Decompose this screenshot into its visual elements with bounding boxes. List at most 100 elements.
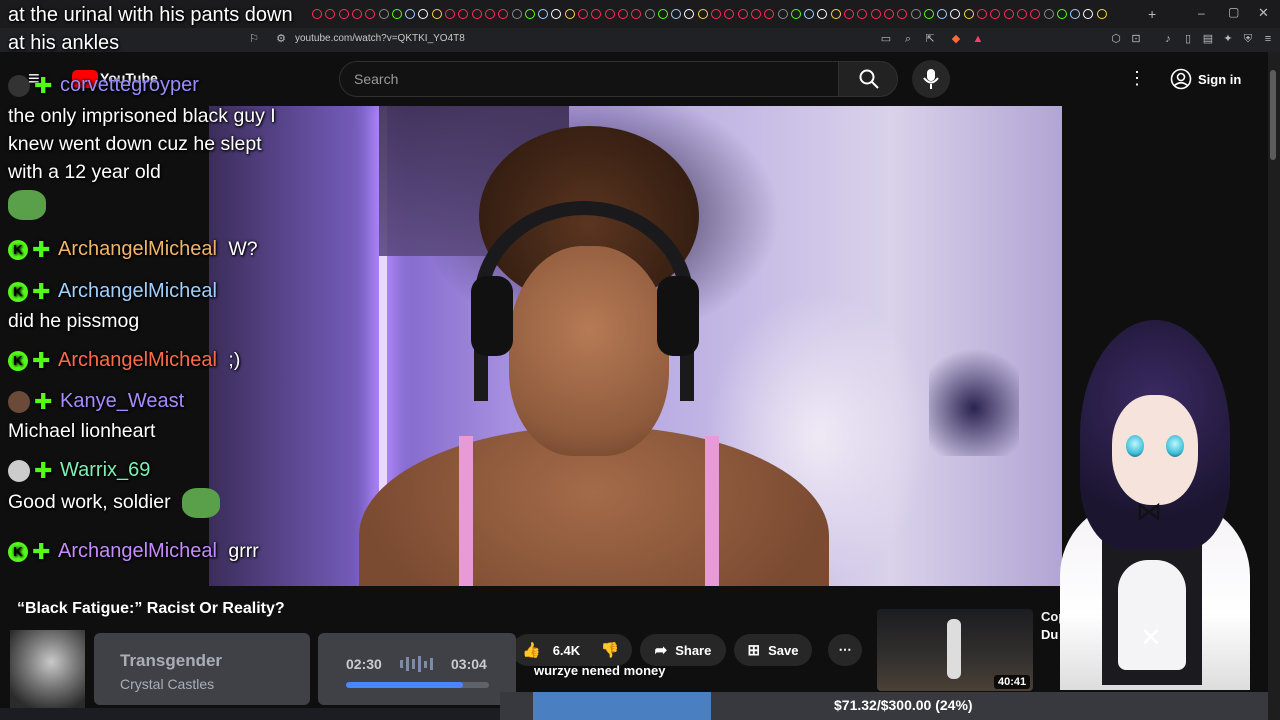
browser-tab-favicon-icon[interactable] bbox=[883, 9, 894, 19]
browser-tab-favicon-icon[interactable] bbox=[684, 9, 695, 19]
browser-tab-favicon-icon[interactable] bbox=[511, 9, 522, 19]
browser-tab-favicon-icon[interactable] bbox=[844, 9, 854, 19]
wallet-icon[interactable]: ▤ bbox=[1202, 33, 1214, 45]
extension-icon[interactable]: ⬡ bbox=[1110, 33, 1122, 45]
vpn-icon[interactable]: ⛨ bbox=[1242, 33, 1254, 45]
scrollbar-thumb[interactable] bbox=[1270, 70, 1276, 160]
search-input[interactable]: Search bbox=[354, 71, 398, 87]
browser-tab-favicon-icon[interactable] bbox=[724, 9, 735, 19]
browser-tab-favicon-icon[interactable] bbox=[790, 9, 801, 19]
browser-tab-favicon-icon[interactable] bbox=[1056, 9, 1067, 19]
browser-tab-favicon-icon[interactable] bbox=[312, 9, 322, 19]
chat-message: Good work, soldier bbox=[8, 488, 220, 518]
minimize-icon[interactable]: – bbox=[1198, 6, 1205, 20]
browser-tab-favicon-icon[interactable] bbox=[1096, 9, 1107, 19]
more-options-icon[interactable]: ⋮ bbox=[1128, 68, 1146, 89]
brave-rewards-icon[interactable]: ▲ bbox=[972, 33, 984, 45]
browser-tab-favicon-icon[interactable] bbox=[1070, 9, 1081, 19]
browser-tab-favicon-icon[interactable] bbox=[524, 9, 535, 19]
browser-tab-favicon-icon[interactable] bbox=[578, 9, 588, 19]
site-info-icon[interactable]: ⚙ bbox=[275, 33, 287, 45]
new-tab-icon[interactable]: + bbox=[1148, 6, 1156, 22]
dislike-button[interactable]: 👎 bbox=[588, 634, 632, 666]
browser-tab-favicon-icon[interactable] bbox=[977, 9, 987, 19]
browser-tab-favicon-icon[interactable] bbox=[897, 9, 908, 19]
browser-tab-favicon-icon[interactable] bbox=[325, 9, 336, 19]
media-icon[interactable]: ♪ bbox=[1162, 33, 1174, 45]
menu-icon[interactable]: ≡ bbox=[1262, 33, 1274, 45]
search-button[interactable] bbox=[838, 61, 898, 97]
browser-tab-favicon-icon[interactable] bbox=[963, 9, 974, 19]
maximize-icon[interactable]: ▢ bbox=[1228, 5, 1239, 19]
donation-message: wurzye nened money bbox=[534, 663, 666, 678]
browser-tab-favicon-icon[interactable] bbox=[498, 9, 509, 19]
browser-tab-favicon-icon[interactable] bbox=[591, 9, 602, 19]
sign-in-button[interactable]: Sign in bbox=[1170, 66, 1241, 92]
browser-tab-favicon-icon[interactable] bbox=[671, 9, 682, 19]
browser-tab-favicon-icon[interactable] bbox=[1043, 9, 1054, 19]
browser-tab-favicon-icon[interactable] bbox=[351, 9, 362, 19]
browser-tab-favicon-icon[interactable] bbox=[391, 9, 402, 19]
browser-tab-favicon-icon[interactable] bbox=[1016, 9, 1027, 19]
url-text[interactable]: youtube.com/watch?v=QKTKI_YO4T8 bbox=[295, 33, 465, 44]
browser-tab-favicon-icon[interactable] bbox=[471, 9, 482, 19]
recommended-video-title-line2[interactable]: Du bbox=[1041, 627, 1058, 642]
thumbnail-figure bbox=[947, 619, 961, 679]
browser-tab-favicon-icon[interactable] bbox=[1083, 9, 1094, 19]
sidebar-icon[interactable]: ▯ bbox=[1182, 33, 1194, 45]
browser-tab-favicon-icon[interactable] bbox=[644, 9, 655, 19]
browser-tab-favicon-icon[interactable] bbox=[564, 9, 575, 19]
browser-tab-favicon-icon[interactable] bbox=[910, 9, 921, 19]
browser-tab-favicon-icon[interactable] bbox=[445, 9, 455, 19]
browser-tab-favicon-icon[interactable] bbox=[857, 9, 868, 19]
browser-tab-favicon-icon[interactable] bbox=[697, 9, 708, 19]
share-page-icon[interactable]: ⇱ bbox=[924, 33, 936, 45]
browser-tab-favicon-icon[interactable] bbox=[378, 9, 389, 19]
browser-tab-favicon-icon[interactable] bbox=[338, 9, 349, 19]
browser-tab-favicon-icon[interactable] bbox=[631, 9, 642, 19]
chat-username: corvettegroyper bbox=[60, 74, 199, 96]
close-window-icon[interactable]: ✕ bbox=[1258, 5, 1269, 21]
browser-tab-favicon-icon[interactable] bbox=[1003, 9, 1014, 19]
browser-tab-favicon-icon[interactable] bbox=[604, 9, 615, 19]
browser-tab-favicon-icon[interactable] bbox=[657, 9, 668, 19]
browser-tab-favicon-icon[interactable] bbox=[870, 9, 881, 19]
screenshot-icon[interactable]: ⊡ bbox=[1130, 33, 1142, 45]
browser-tab-favicon-icon[interactable] bbox=[923, 9, 934, 19]
voice-search-button[interactable] bbox=[912, 60, 950, 98]
subscriber-badge-icon: ✚ bbox=[32, 236, 51, 262]
browser-tab-favicon-icon[interactable] bbox=[817, 9, 828, 19]
browser-tab-favicon-icon[interactable] bbox=[431, 9, 442, 19]
cast-icon[interactable]: ▭ bbox=[880, 33, 892, 45]
browser-tab-favicon-icon[interactable] bbox=[711, 9, 721, 19]
more-actions-button[interactable]: ⋯ bbox=[828, 634, 862, 666]
bookmark-icon[interactable]: ⚐ bbox=[248, 33, 260, 45]
ai-icon[interactable]: ✦ bbox=[1222, 33, 1234, 45]
browser-tab-favicon-icon[interactable] bbox=[990, 9, 1001, 19]
browser-tab-favicon-icon[interactable] bbox=[777, 9, 788, 19]
zoom-icon[interactable]: ⌕ bbox=[902, 33, 914, 45]
browser-tab-favicon-icon[interactable] bbox=[804, 9, 815, 19]
browser-tab-favicon-icon[interactable] bbox=[950, 9, 961, 19]
browser-tab-favicon-icon[interactable] bbox=[617, 9, 628, 19]
search-box[interactable] bbox=[339, 61, 839, 97]
chat-message: ✚ Warrix_69 bbox=[8, 459, 150, 482]
browser-tab-favicon-icon[interactable] bbox=[365, 9, 376, 19]
browser-tab-favicon-icon[interactable] bbox=[484, 9, 495, 19]
browser-tab-favicon-icon[interactable] bbox=[1030, 9, 1041, 19]
video-player[interactable] bbox=[209, 106, 1062, 586]
browser-tab-favicon-icon[interactable] bbox=[551, 9, 562, 19]
save-playlist-icon: ⊞ bbox=[747, 642, 761, 659]
browser-tab-favicon-icon[interactable] bbox=[737, 9, 748, 19]
browser-tab-favicon-icon[interactable] bbox=[750, 9, 761, 19]
browser-tab-favicon-icon[interactable] bbox=[418, 9, 429, 19]
share-button[interactable]: ➦ Share bbox=[640, 634, 726, 666]
browser-tab-favicon-icon[interactable] bbox=[764, 9, 775, 19]
save-button[interactable]: ⊞ Save bbox=[734, 634, 812, 666]
browser-tab-favicon-icon[interactable] bbox=[405, 9, 416, 19]
browser-tab-favicon-icon[interactable] bbox=[458, 9, 469, 19]
browser-tab-favicon-icon[interactable] bbox=[937, 9, 948, 19]
browser-tab-favicon-icon[interactable] bbox=[830, 9, 841, 19]
browser-tab-favicon-icon[interactable] bbox=[538, 9, 549, 19]
brave-shield-icon[interactable]: ◆ bbox=[950, 33, 962, 45]
